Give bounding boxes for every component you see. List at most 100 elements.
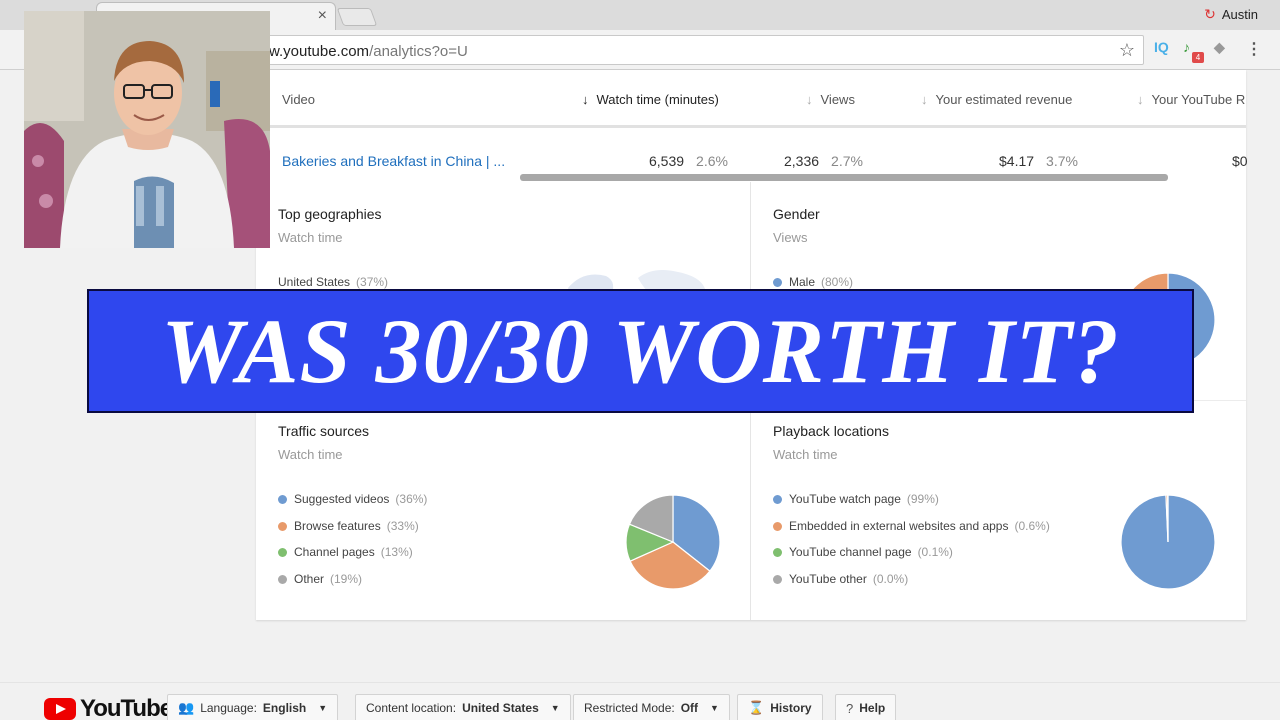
- watch-time-value: 6,539: [649, 153, 685, 169]
- restricted-label: Restricted Mode:: [584, 701, 675, 715]
- legend-pct: (0.1%): [917, 545, 953, 559]
- traffic-title: Traffic sources: [278, 423, 370, 439]
- person-image: [24, 11, 270, 248]
- extension-badge: 4: [1192, 52, 1204, 63]
- legend-pct: (33%): [386, 518, 419, 533]
- col-revenue[interactable]: ↓ Your estimated revenue: [921, 92, 1072, 107]
- extension-iq-icon[interactable]: IQ: [1154, 39, 1169, 55]
- profile-button[interactable]: ↻ Austin: [1204, 6, 1258, 23]
- language-label: Language:: [200, 701, 257, 715]
- revenue-pct: 3.7%: [1046, 153, 1078, 169]
- youtube-play-icon: [44, 698, 76, 720]
- help-icon: ?: [846, 700, 854, 716]
- new-tab-button[interactable]: [336, 8, 378, 26]
- col-watch-time-label: Watch time (minutes): [596, 92, 719, 107]
- youtube-logo[interactable]: YouTube: [44, 695, 173, 720]
- col-video[interactable]: Video: [282, 92, 315, 107]
- gender-subtitle: Views: [773, 230, 808, 245]
- views-value: 2,336: [784, 153, 820, 169]
- col-yt-revenue[interactable]: ↓ Your YouTube R: [1137, 92, 1245, 107]
- legend-dot-icon: [278, 495, 287, 504]
- language-icon: 👥: [178, 700, 195, 715]
- sort-arrow-icon: ↓: [1137, 92, 1144, 107]
- legend-pct: (0.6%): [1014, 518, 1050, 533]
- cell-watch-time: 6,539 2.6%: [649, 153, 728, 169]
- language-value: English: [262, 701, 307, 715]
- content-location-button[interactable]: Content location: United States ▼: [355, 694, 571, 720]
- legend-item: Other (19%): [278, 572, 427, 599]
- playback-legend: YouTube watch page (99%) Embedded in exter…: [773, 492, 1050, 598]
- gender-title: Gender: [773, 206, 820, 222]
- traffic-subtitle: Watch time: [278, 447, 343, 462]
- legend-label: Male: [789, 275, 816, 289]
- col-revenue-label: Your estimated revenue: [935, 92, 1073, 107]
- video-title-link[interactable]: Bakeries and Breakfast in China | ...: [282, 153, 505, 169]
- sync-icon: ↻: [1204, 6, 1216, 22]
- sort-arrow-icon: ↓: [582, 92, 589, 107]
- legend-label: Embedded in external websites and apps: [789, 518, 1009, 533]
- legend-label: Channel pages: [294, 545, 375, 559]
- address-bar[interactable]: w.youtube.com/analytics?o=U ☆: [240, 35, 1144, 65]
- history-label: History: [770, 701, 812, 715]
- playback-subtitle: Watch time: [773, 447, 838, 462]
- legend-label: Suggested videos: [294, 492, 390, 506]
- restricted-value: Off: [680, 701, 699, 715]
- restricted-mode-button[interactable]: Restricted Mode: Off ▼: [573, 694, 730, 720]
- banner-text: WAS 30/30 WORTH IT?: [161, 300, 1120, 402]
- legend-item: YouTube watch page (99%): [773, 492, 1050, 519]
- language-button[interactable]: 👥 Language: English ▼: [167, 694, 339, 720]
- cell-revenue: $4.17 3.7%: [999, 153, 1078, 169]
- extension-green-icon[interactable]: ♪: [1183, 39, 1190, 55]
- legend-label: YouTube channel page: [789, 545, 912, 559]
- history-button[interactable]: ⌛ History: [737, 694, 823, 720]
- url-host: w.youtube.com: [269, 43, 370, 60]
- url-path: /analytics?o=U: [369, 43, 468, 60]
- browser-menu-icon[interactable]: ⋮: [1246, 39, 1262, 59]
- youtube-footer: YouTube 👥 Language: English ▼ Content lo…: [0, 682, 1280, 720]
- col-watch-time[interactable]: ↓ Watch time (minutes): [582, 92, 719, 107]
- col-yt-revenue-label: Your YouTube R: [1151, 92, 1246, 107]
- table-header: Video ↓ Watch time (minutes) ↓ Views ↓ Your…: [256, 70, 1246, 128]
- legend-item: YouTube channel page (0.1%): [773, 545, 1050, 572]
- hourglass-icon: ⌛: [748, 700, 765, 715]
- legend-item: Embedded in external websites and apps (0…: [773, 519, 1050, 546]
- col-views-label: Views: [820, 92, 855, 107]
- col-views[interactable]: ↓ Views: [806, 92, 855, 107]
- playback-title: Playback locations: [773, 423, 889, 439]
- legend-label: Browse features: [294, 518, 381, 533]
- help-button[interactable]: ? Help: [835, 694, 897, 720]
- sort-arrow-icon: ↓: [806, 92, 813, 107]
- legend-label: YouTube other: [789, 571, 867, 586]
- cell-views: 2,336 2.7%: [784, 153, 863, 169]
- legend-pct: (80%): [821, 275, 854, 289]
- legend-dot-icon: [773, 574, 782, 584]
- legend-dot-icon: [278, 548, 287, 557]
- location-label: Content location:: [366, 701, 457, 715]
- location-value: United States: [462, 701, 539, 715]
- address-url[interactable]: w.youtube.com/analytics?o=U: [269, 43, 468, 60]
- legend-dot-icon: [773, 278, 782, 287]
- bookmark-star-icon[interactable]: ☆: [1119, 40, 1135, 61]
- extension-puzzle-icon[interactable]: ◆: [1214, 39, 1225, 56]
- legend-item: YouTube other (0.0%): [773, 572, 1050, 599]
- legend-item: Channel pages (13%): [278, 545, 427, 572]
- legend-dot-icon: [773, 548, 782, 557]
- legend-dot-icon: [773, 521, 782, 531]
- views-pct: 2.7%: [831, 153, 863, 169]
- legend-pct: (99%): [906, 492, 939, 506]
- sort-arrow-icon: ↓: [921, 92, 928, 107]
- legend-dot-icon: [278, 574, 287, 584]
- legend-dot-icon: [278, 521, 287, 531]
- legend-pct: (19%): [330, 571, 363, 586]
- youtube-logo-text: YouTube: [80, 695, 173, 720]
- horizontal-scrollbar[interactable]: [520, 174, 1168, 181]
- legend-pct: (36%): [395, 492, 428, 506]
- title-banner: WAS 30/30 WORTH IT?: [87, 289, 1194, 413]
- legend-item: Browse features (33%): [278, 519, 427, 546]
- tab-close-icon[interactable]: ×: [318, 7, 327, 25]
- legend-pct: (13%): [380, 545, 413, 559]
- chevron-down-icon: ▼: [318, 703, 328, 713]
- chevron-down-icon: ▼: [710, 703, 719, 713]
- geographies-subtitle: Watch time: [278, 230, 343, 245]
- profile-name: Austin: [1221, 7, 1258, 22]
